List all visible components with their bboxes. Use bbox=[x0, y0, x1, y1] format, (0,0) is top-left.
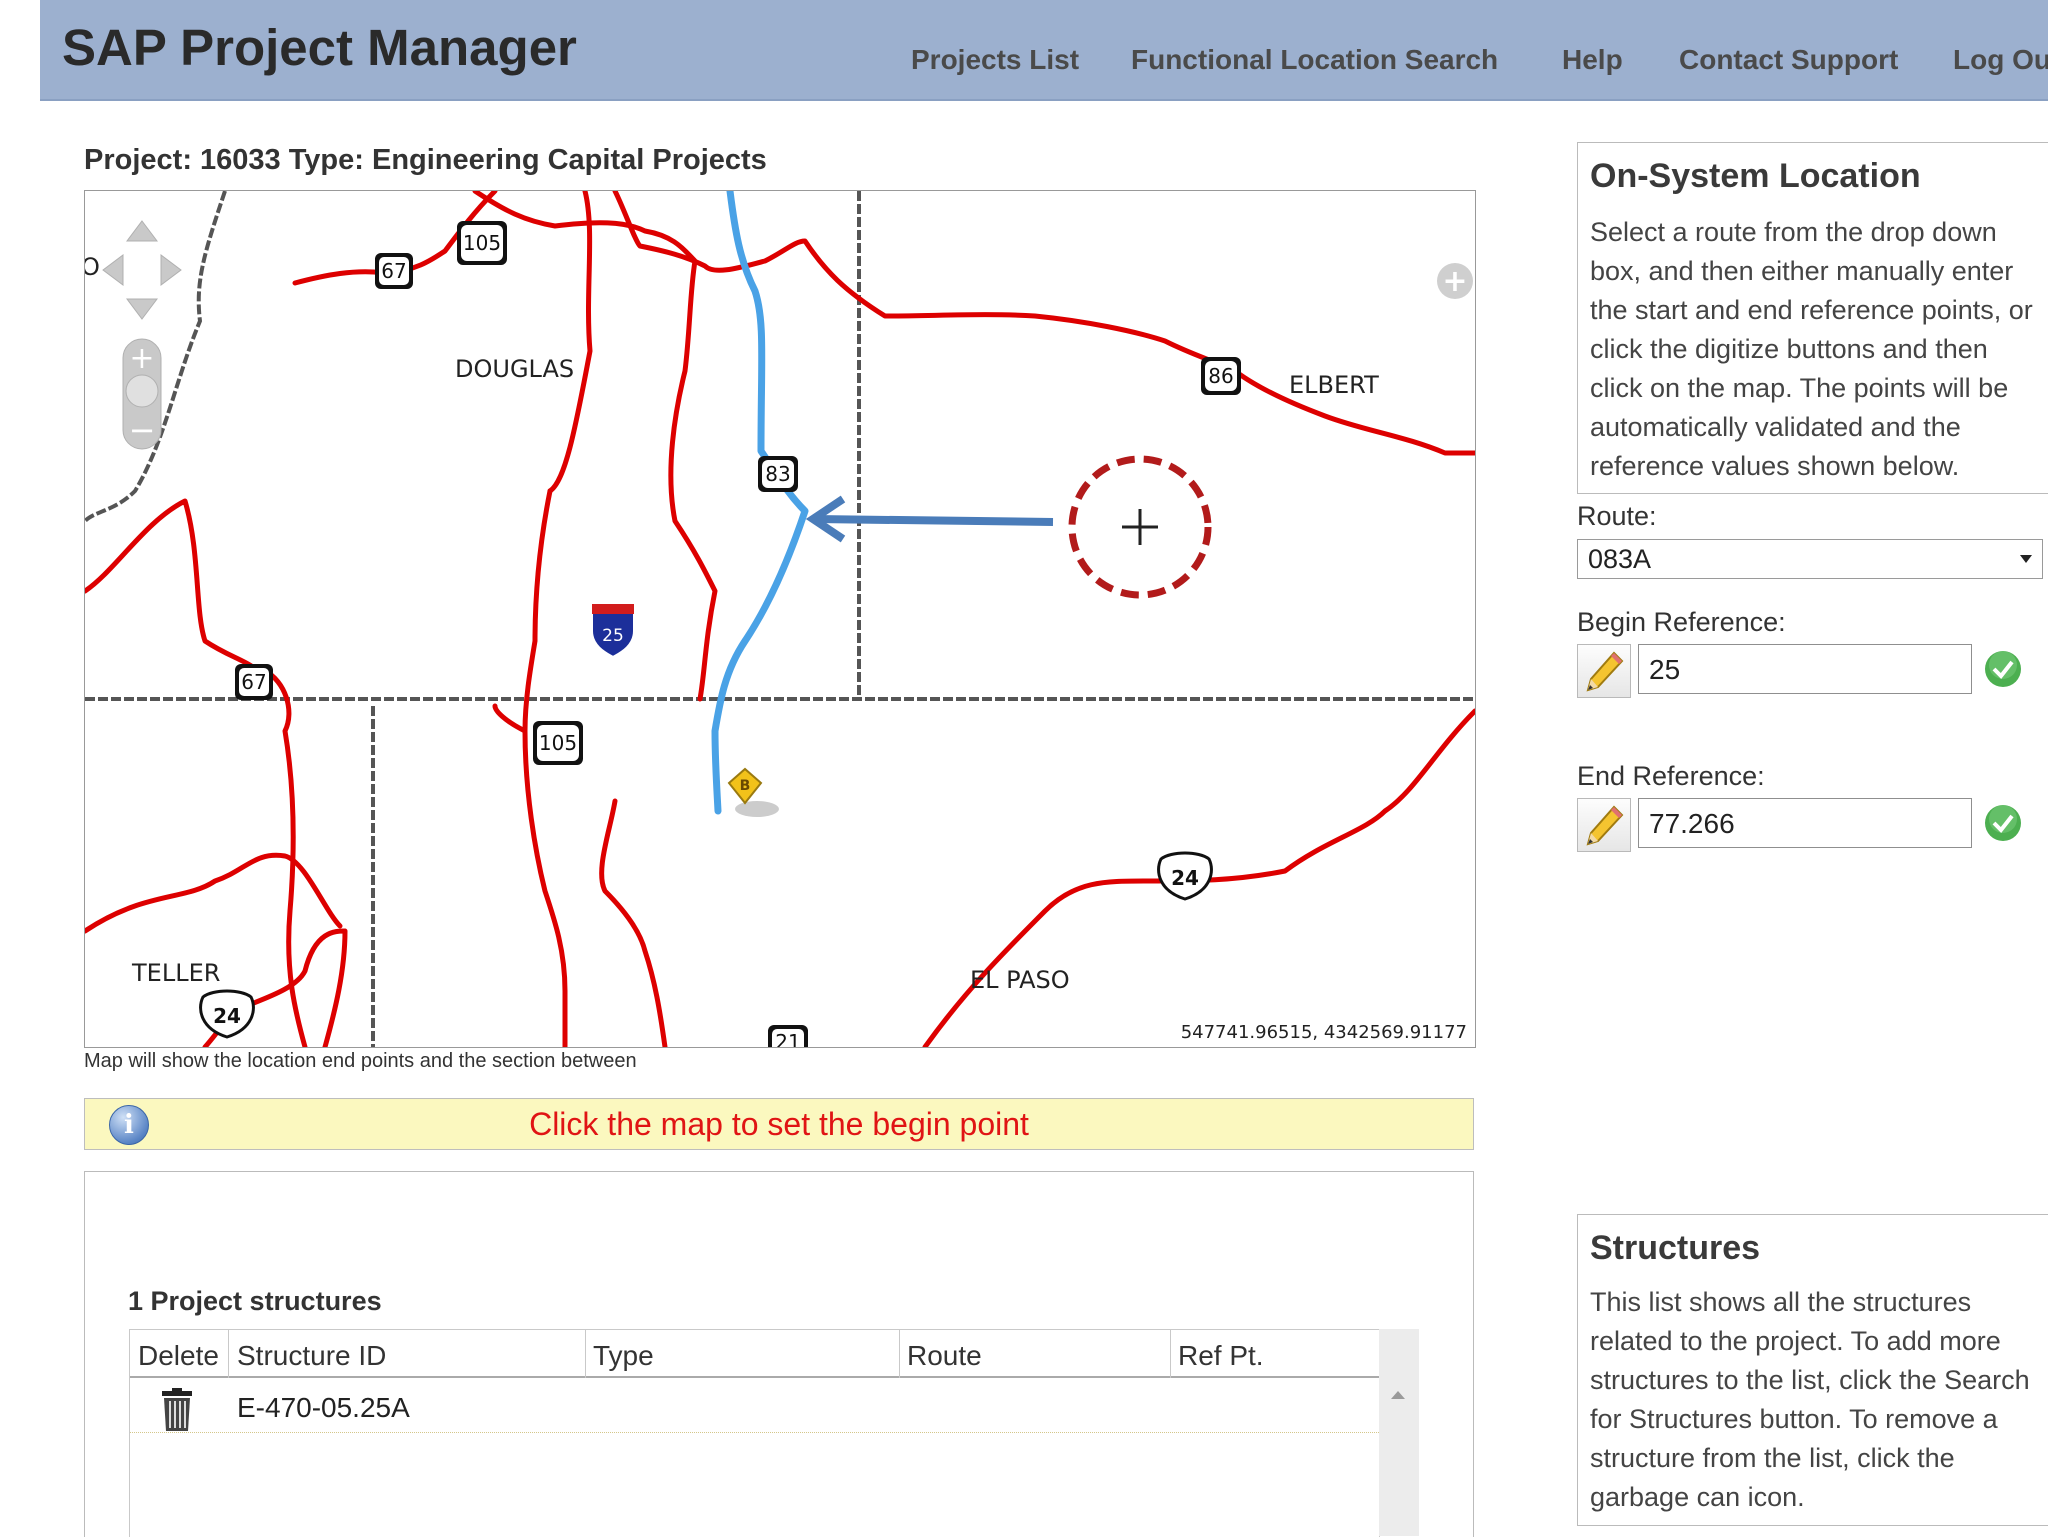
structures-table: Delete Structure ID Type Route Ref Pt. E… bbox=[129, 1329, 1380, 1537]
col-route[interactable]: Route bbox=[907, 1340, 982, 1372]
map-caption: Map will show the location end points an… bbox=[84, 1050, 637, 1072]
nav-projects-list[interactable]: Projects List bbox=[911, 44, 1079, 76]
end-reference-label: End Reference: bbox=[1577, 761, 1765, 791]
svg-text:24: 24 bbox=[1171, 866, 1199, 890]
shield-86: 86 bbox=[1201, 357, 1241, 395]
instruction-text: Click the map to set the begin point bbox=[529, 1106, 1029, 1142]
roads bbox=[85, 191, 1475, 1047]
county-label-el-paso: EL PASO bbox=[970, 966, 1070, 994]
begin-reference-label: Begin Reference: bbox=[1577, 607, 1786, 637]
top-nav: Projects List Functional Location Search… bbox=[40, 44, 2048, 84]
begin-point-marker[interactable]: B bbox=[727, 767, 779, 817]
shield-83: 83 bbox=[758, 456, 798, 492]
structures-help-box: Structures This list shows all the struc… bbox=[1577, 1214, 2048, 1526]
on-system-location-box: On-System Location Select a route from t… bbox=[1577, 142, 2048, 494]
zoom-world-icon[interactable] bbox=[125, 374, 159, 408]
project-title: Project: 16033 Type: Engineering Capital… bbox=[84, 144, 767, 176]
route-select[interactable]: 083A bbox=[1577, 539, 2043, 579]
begin-digitize-button[interactable] bbox=[1577, 644, 1631, 698]
structures-help-title: Structures bbox=[1590, 1229, 1761, 1267]
svg-text:67: 67 bbox=[381, 259, 406, 283]
shield-21: 21 bbox=[768, 1025, 808, 1047]
svg-text:86: 86 bbox=[1208, 364, 1233, 388]
cell-structure-id: E-470-05.25A bbox=[237, 1392, 410, 1423]
route-shields: 67 105 86 83 25 67 105 24 24 21 bbox=[199, 221, 1241, 1047]
col-delete[interactable]: Delete bbox=[138, 1340, 219, 1372]
left-gutter bbox=[0, 0, 41, 1536]
svg-text:83: 83 bbox=[765, 462, 790, 486]
route-selected-value: 083A bbox=[1588, 544, 1652, 574]
layer-switcher-icon[interactable]: + bbox=[1437, 263, 1473, 299]
map-view[interactable]: + − + 67 105 86 83 25 67 105 24 24 21 B bbox=[84, 190, 1476, 1048]
app-header: SAP Project Manager Projects List Functi… bbox=[40, 0, 2048, 101]
col-type[interactable]: Type bbox=[593, 1340, 654, 1372]
county-label-teller: TELLER bbox=[132, 959, 221, 987]
map-coordinates: 547741.96515, 4342569.91177 bbox=[1180, 1022, 1467, 1043]
shield-us-24-west: 24 bbox=[199, 989, 255, 1039]
end-valid-check-icon bbox=[1984, 804, 2022, 842]
pan-right-icon[interactable] bbox=[160, 254, 182, 286]
crosshair-annotation bbox=[1068, 455, 1212, 599]
county-boundaries bbox=[85, 191, 1475, 1047]
svg-text:25: 25 bbox=[602, 626, 624, 646]
nav-functional-location-search[interactable]: Functional Location Search bbox=[1131, 44, 1498, 76]
begin-reference-value: 25 bbox=[1649, 654, 1681, 685]
svg-text:+: + bbox=[1442, 264, 1467, 299]
col-structure-id[interactable]: Structure ID bbox=[237, 1340, 386, 1372]
shield-67-north: 67 bbox=[375, 253, 413, 289]
nav-help[interactable]: Help bbox=[1562, 44, 1623, 76]
shield-105-north: 105 bbox=[457, 221, 507, 265]
end-digitize-button[interactable] bbox=[1577, 798, 1631, 852]
on-system-description: Select a route from the drop down box, a… bbox=[1590, 217, 2033, 481]
county-label-douglas: DOUGLAS bbox=[455, 355, 575, 383]
shield-105-south: 105 bbox=[533, 721, 583, 765]
svg-text:−: − bbox=[129, 411, 156, 449]
selected-route[interactable] bbox=[711, 191, 809, 815]
instruction-banner: i Click the map to set the begin point bbox=[84, 1098, 1474, 1150]
dropdown-arrow-icon[interactable] bbox=[2020, 555, 2032, 563]
table-header: Delete Structure ID Type Route Ref Pt. bbox=[130, 1330, 1379, 1378]
delete-trash-icon[interactable] bbox=[160, 1388, 194, 1437]
shield-interstate-25: 25 bbox=[591, 603, 635, 659]
table-scrollbar[interactable] bbox=[1379, 1329, 1419, 1536]
svg-text:105: 105 bbox=[539, 731, 577, 755]
structures-help-description: This list shows all the structures relat… bbox=[1590, 1287, 2030, 1512]
svg-text:+: + bbox=[129, 341, 154, 376]
shield-us-24-east: 24 bbox=[1157, 851, 1213, 901]
pan-down-icon[interactable] bbox=[126, 298, 158, 320]
end-reference-value: 77.266 bbox=[1649, 808, 1735, 839]
col-ref-pt[interactable]: Ref Pt. bbox=[1178, 1340, 1264, 1372]
pencil-icon bbox=[1586, 651, 1624, 692]
svg-text:24: 24 bbox=[213, 1004, 241, 1028]
begin-reference-input[interactable]: 25 bbox=[1638, 644, 1972, 694]
nav-contact-support[interactable]: Contact Support bbox=[1679, 44, 1898, 76]
svg-text:B: B bbox=[740, 778, 751, 794]
pan-up-icon[interactable] bbox=[126, 220, 158, 242]
table-row: E-470-05.25A bbox=[130, 1378, 1379, 1433]
county-label-partial: O bbox=[85, 253, 100, 281]
scroll-up-icon[interactable] bbox=[1391, 1391, 1405, 1399]
nav-log-out[interactable]: Log Ou bbox=[1953, 44, 2048, 76]
structures-count: 1 Project structures bbox=[128, 1286, 382, 1316]
svg-text:67: 67 bbox=[241, 670, 266, 694]
shield-67-south: 67 bbox=[235, 664, 273, 700]
svg-text:105: 105 bbox=[463, 231, 501, 255]
svg-text:21: 21 bbox=[775, 1030, 800, 1047]
begin-valid-check-icon bbox=[1984, 650, 2022, 688]
county-label-elbert: ELBERT bbox=[1289, 371, 1379, 399]
pencil-icon bbox=[1586, 805, 1624, 846]
pan-zoom-control[interactable]: + − bbox=[102, 220, 182, 450]
on-system-title: On-System Location bbox=[1590, 157, 1921, 195]
map-canvas[interactable]: + − + 67 105 86 83 25 67 105 24 24 21 B bbox=[85, 191, 1475, 1047]
arrow-annotation bbox=[805, 495, 1054, 543]
route-label: Route: bbox=[1577, 501, 1657, 531]
end-reference-input[interactable]: 77.266 bbox=[1638, 798, 1972, 848]
pan-left-icon[interactable] bbox=[102, 254, 124, 286]
